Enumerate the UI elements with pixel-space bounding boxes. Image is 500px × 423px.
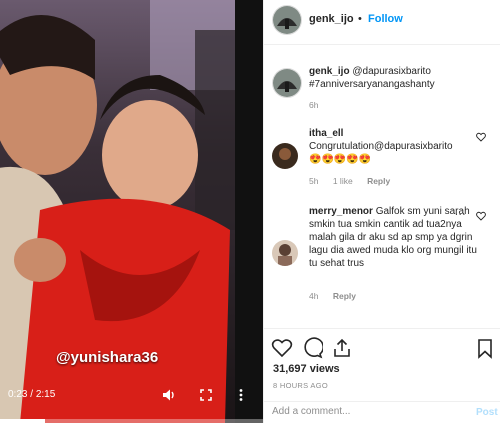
video-progress-bar[interactable] — [0, 419, 263, 423]
post-header: genk_ijo • Follow — [264, 0, 500, 45]
video-time: 0:23 / 2:15 — [8, 389, 55, 400]
avatar-image — [273, 69, 301, 97]
heart-icon[interactable] — [271, 337, 293, 359]
post-button[interactable]: Post — [476, 407, 498, 418]
fullscreen-icon[interactable] — [198, 387, 214, 403]
comment-likes[interactable]: 1 like — [333, 176, 353, 186]
post-timestamp: 8 HOURS AGO — [273, 381, 328, 390]
avatar[interactable] — [272, 5, 302, 35]
caption-time: 6h — [309, 100, 319, 110]
comment-avatar[interactable] — [272, 143, 298, 169]
comment-time: 4h — [309, 291, 319, 301]
comment-time: 5h — [309, 176, 319, 186]
comment-username[interactable]: merry_menor — [309, 206, 373, 217]
comment-meta: 4h Reply — [309, 291, 368, 301]
comment-emoji: 😍😍😍😍😍 — [309, 154, 372, 165]
volume-icon[interactable] — [161, 387, 177, 403]
video-progress-fill — [0, 419, 45, 423]
add-comment-bar: Post — [264, 401, 500, 423]
comment-text: itha_ell Congrutulation@dapurasixbarito … — [309, 127, 484, 166]
current-time: 0:23 — [8, 389, 28, 400]
comment-icon[interactable] — [301, 337, 323, 359]
reply-button[interactable]: Reply — [367, 176, 390, 186]
separator-dot: • — [358, 13, 362, 25]
avatar-image — [272, 143, 298, 169]
like-heart-icon[interactable] — [476, 132, 486, 142]
reply-button[interactable]: Reply — [333, 291, 356, 301]
more-options[interactable]: ... — [455, 207, 466, 218]
comment-meta: 5h 1 like Reply — [309, 176, 402, 186]
video-controls: 0:23 / 2:15 — [0, 389, 263, 423]
bookmark-icon[interactable] — [474, 337, 496, 359]
duration: 2:15 — [35, 389, 56, 400]
post-username[interactable]: genk_ijo — [309, 13, 354, 25]
post-actions: 31,697 views 8 HOURS AGO Post — [264, 328, 500, 423]
follow-button[interactable]: Follow — [368, 13, 403, 25]
avatar-image — [272, 240, 298, 266]
share-icon[interactable] — [331, 337, 353, 359]
time-separator: / — [30, 389, 34, 400]
comment-body: Congrutulation@dapurasixbarito — [309, 141, 453, 152]
comment-avatar[interactable] — [272, 240, 298, 266]
comment-username[interactable]: itha_ell — [309, 128, 343, 139]
comment-input[interactable] — [272, 406, 462, 417]
caption-meta: 6h — [309, 100, 330, 110]
more-vertical-icon[interactable] — [233, 387, 249, 403]
views-count: 31,697 views — [273, 363, 340, 375]
video-player[interactable]: @yunishara36 0:23 / 2:15 — [0, 0, 263, 423]
caption-avatar[interactable] — [272, 68, 302, 98]
post-panel: genk_ijo • Follow genk_ijo @dapurasixbar… — [263, 0, 500, 423]
caption-text: genk_ijo @dapurasixbarito #7anniversarya… — [309, 65, 489, 91]
video-overlay-username: @yunishara36 — [56, 349, 159, 366]
avatar-image — [273, 6, 301, 34]
comment-text: merry_menor Galfok sm yuni sarah smkin t… — [309, 205, 479, 270]
like-heart-icon[interactable] — [476, 211, 486, 221]
caption-username[interactable]: genk_ijo — [309, 66, 350, 77]
